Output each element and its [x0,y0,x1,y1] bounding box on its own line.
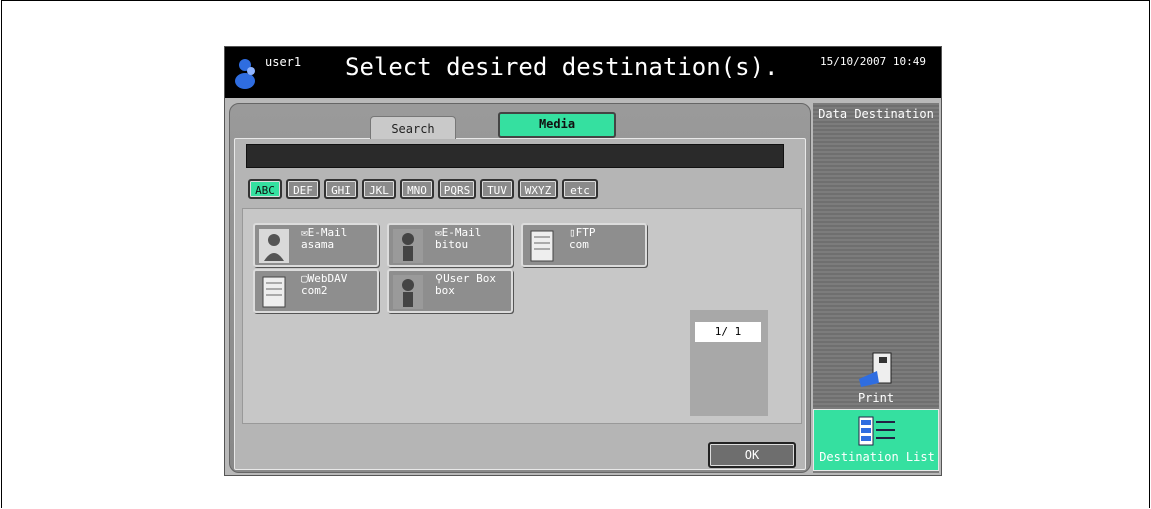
person-icon [259,229,289,263]
side-panel-title: Data Destination [818,107,934,121]
user-icon [235,59,255,89]
destination-name: box [435,284,455,297]
person-icon [393,229,423,263]
index-button-ghi[interactable]: GHI [324,179,358,199]
header-bar: user1 Select desired destination(s). 15/… [225,47,941,98]
index-button-wxyz[interactable]: WXYZ [518,179,558,199]
destination-name: bitou [435,238,469,251]
index-button-mno[interactable]: MNO [400,179,434,199]
destination-button-com[interactable]: ▯FTP com [521,223,647,267]
main-panel: Search Media ABC DEF GHI JKL MNO PQRS TU… [229,103,811,473]
search-input[interactable] [246,144,784,168]
destination-button-box[interactable]: ⚲User Box box [387,269,513,313]
server-icon [530,230,554,262]
print-label[interactable]: Print [813,391,939,405]
tab-media[interactable]: Media [498,112,616,138]
person-icon [393,275,423,309]
index-button-jkl[interactable]: JKL [362,179,396,199]
tab-search[interactable]: Search [370,116,456,139]
destination-button-com2[interactable]: ▢WebDAV com2 [253,269,379,313]
destination-name: asama [301,238,335,251]
destination-button-asama[interactable]: ✉E-Mail asama [253,223,379,267]
page-number: 1/ 1 [695,322,761,342]
destination-list-button[interactable]: Destination List [813,409,939,471]
side-panel: Data Destination Print Destination List [813,103,939,473]
destination-list-icon [858,416,895,446]
destination-name: com [569,238,589,251]
destination-name: com2 [301,284,328,297]
index-button-etc[interactable]: etc [562,179,598,199]
user-name: user1 [265,55,302,69]
control-panel-screen: user1 Select desired destination(s). 15/… [224,46,942,476]
page-indicator: 1/ 1 [690,310,768,416]
ok-button[interactable]: OK [708,442,796,468]
destination-list-label: Destination List [819,450,935,464]
server-icon [262,276,286,308]
destination-button-bitou[interactable]: ✉E-Mail bitou [387,223,513,267]
index-button-pqrs[interactable]: PQRS [438,179,476,199]
datetime: 15/10/2007 10:49 [820,55,926,68]
page-title: Select desired destination(s). [345,53,779,81]
index-button-def[interactable]: DEF [286,179,320,199]
index-button-abc[interactable]: ABC [248,179,282,199]
printer-icon[interactable] [857,349,897,389]
index-button-tuv[interactable]: TUV [480,179,514,199]
